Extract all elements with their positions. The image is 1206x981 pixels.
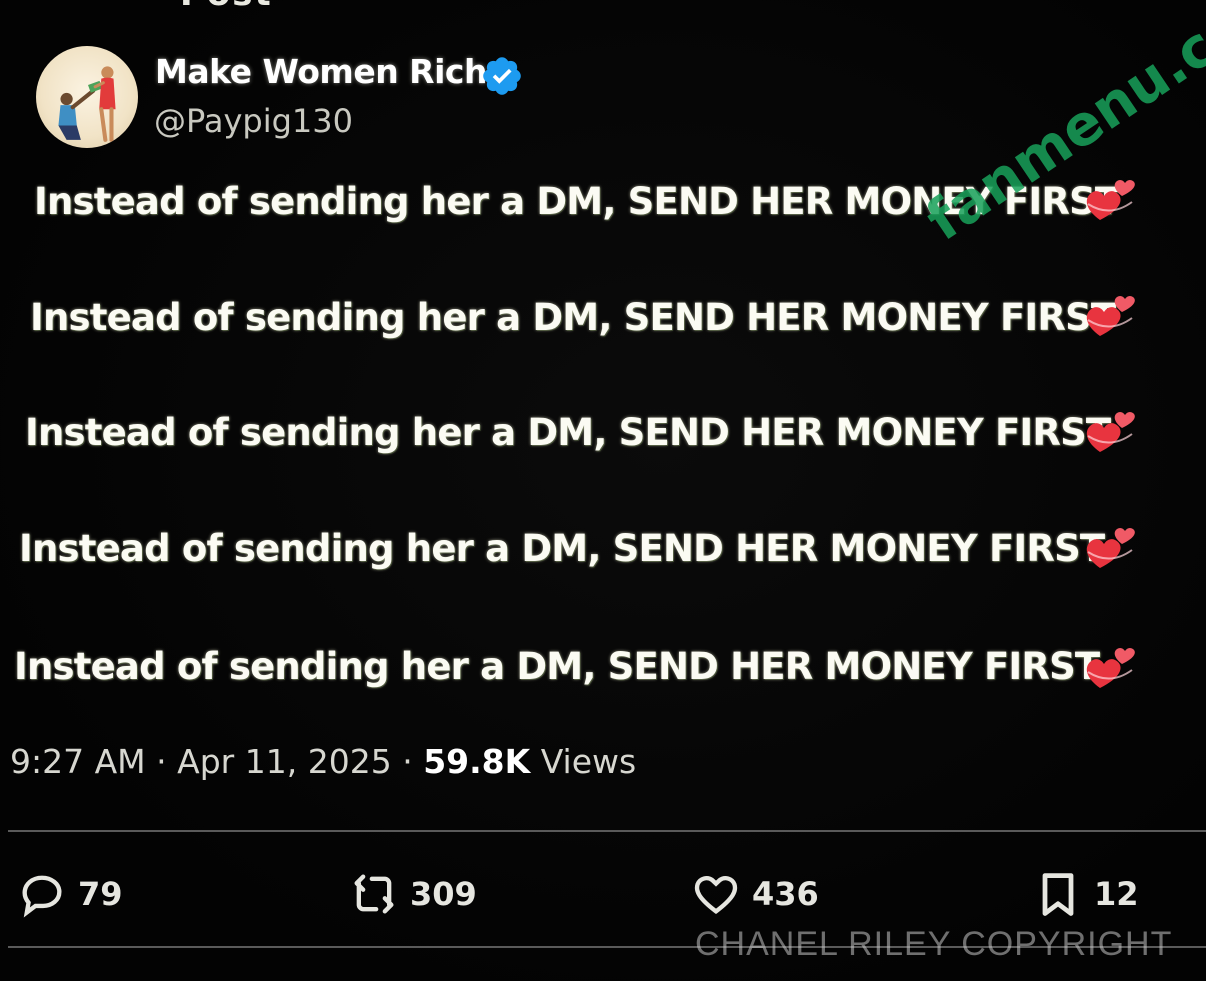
views-count: 59.8K bbox=[423, 742, 531, 781]
divider bbox=[8, 830, 1206, 832]
repost-button[interactable]: 309 bbox=[348, 866, 477, 922]
repost-count: 309 bbox=[410, 875, 477, 913]
author-handle[interactable]: @Paypig130 bbox=[154, 102, 353, 140]
revolving-hearts-icon bbox=[1086, 295, 1135, 336]
heart-icon bbox=[694, 876, 738, 915]
reply-button[interactable]: 79 bbox=[16, 866, 123, 922]
verified-badge-icon bbox=[483, 57, 521, 95]
meta-separator: · bbox=[402, 742, 413, 781]
copyright-watermark: CHANEL RILEY COPYRIGHT bbox=[695, 925, 1173, 963]
revolving-hearts-icon bbox=[1086, 527, 1135, 568]
like-button[interactable]: 436 bbox=[690, 866, 819, 922]
meta-separator: · bbox=[156, 742, 167, 781]
author-display-name[interactable]: Make Women Rich bbox=[155, 52, 487, 91]
reply-count: 79 bbox=[78, 875, 123, 913]
revolving-hearts-icon bbox=[1086, 647, 1135, 688]
bookmark-button[interactable]: 12 bbox=[1032, 866, 1139, 922]
tweet-meta: 9:27 AM · Apr 11, 2025 · 59.8K Views bbox=[10, 742, 636, 781]
header-fragment: Post bbox=[180, 0, 273, 14]
avatar-illustration-icon bbox=[58, 66, 116, 142]
tweet-text-line: Instead of sending her a DM, SEND HER MO… bbox=[30, 296, 1116, 339]
repost-icon bbox=[354, 874, 394, 914]
site-watermark-wrap: fanmenu.com bbox=[915, 0, 1206, 254]
bookmark-icon bbox=[1042, 873, 1074, 916]
tweet-screenshot: Post Make Women Rich @Paypig130 Instead … bbox=[0, 0, 1206, 981]
header-title: Post bbox=[180, 0, 273, 14]
post-time[interactable]: 9:27 AM bbox=[10, 742, 146, 781]
tweet-text-line: Instead of sending her a DM, SEND HER MO… bbox=[19, 527, 1105, 570]
revolving-hearts-icon bbox=[1086, 411, 1135, 452]
tweet-text-line: Instead of sending her a DM, SEND HER MO… bbox=[14, 645, 1100, 688]
views-label: Views bbox=[540, 742, 637, 781]
revolving-hearts-icon bbox=[1086, 179, 1135, 220]
post-date[interactable]: Apr 11, 2025 bbox=[177, 742, 392, 781]
like-count: 436 bbox=[752, 875, 819, 913]
avatar[interactable] bbox=[36, 46, 138, 148]
reply-icon bbox=[22, 875, 62, 918]
bookmark-count: 12 bbox=[1094, 875, 1139, 913]
tweet-text-line: Instead of sending her a DM, SEND HER MO… bbox=[25, 411, 1111, 454]
